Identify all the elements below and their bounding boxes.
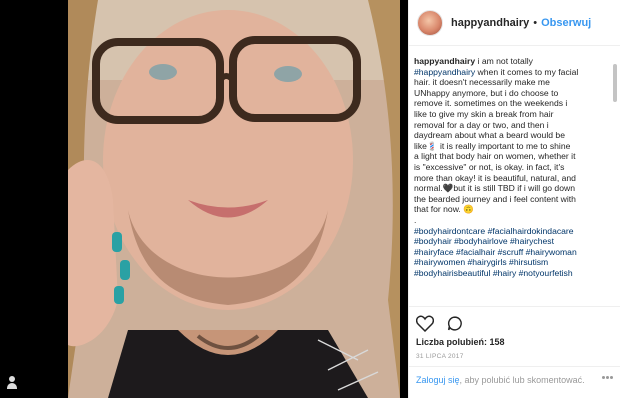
hashtag-line-5[interactable]: #bodyhairisbeautiful #hairy #notyourfeti…	[414, 268, 612, 279]
separator-dot: •	[533, 16, 538, 29]
post-actions: Liczba polubień: 158 31 LIPCA 2017	[408, 306, 620, 360]
caption-line-13: normal.🖤but it is still TBD if i will go…	[414, 183, 575, 194]
heart-icon[interactable]	[416, 315, 434, 332]
caption-line-10: a light that body hair on women, whether…	[414, 151, 576, 162]
action-row	[416, 313, 612, 333]
left-black-margin	[0, 0, 68, 398]
caption-line-14: the bearded journey and i feel content w…	[414, 193, 576, 204]
caption-line-11: is "excessive" or not, is okay. in fact,…	[414, 161, 565, 172]
comment-icon[interactable]	[446, 315, 464, 332]
caption-hashtag[interactable]: #happyandhairy	[414, 67, 475, 77]
caption-scrollbar[interactable]	[613, 56, 617, 304]
hashtag-line-4[interactable]: #hairywomen #hairygirls #hirsutism	[414, 257, 612, 268]
post-header: happyandhairy • Obserwuj	[409, 0, 620, 46]
scrollbar-thumb[interactable]	[613, 64, 617, 102]
caption-line-8: daydream about what a beard would be	[414, 130, 565, 141]
caption-line-9: like💈 it is really important to me to sh…	[414, 140, 571, 151]
post-photo[interactable]	[68, 0, 400, 398]
caption-line-5: remove it. sometimes on the weekends i	[414, 98, 568, 109]
username[interactable]: happyandhairy	[451, 17, 529, 29]
hashtag-line-3[interactable]: #hairyface #facialhair #scruff #hairywom…	[414, 247, 612, 258]
caption-dot: .	[414, 214, 417, 225]
caption-line-15: that for now. 🙃	[414, 204, 474, 215]
caption-line-4: UNhappy anymore, but i do choose to	[414, 87, 559, 98]
login-text: , aby polubić lub skomentować.	[459, 375, 585, 385]
login-prompt: Zaloguj się, aby polubić lub skomentować…	[408, 366, 620, 398]
caption-line-6: like to give my skin a break from hair	[414, 108, 554, 119]
caption-area: happyandhairy i am not totally #happyand…	[414, 56, 612, 304]
caption-line-12: more than okay! it is beautiful, natural…	[414, 172, 576, 183]
hashtag-line-2[interactable]: #bodyhair #bodyhairlove #hairychest	[414, 236, 612, 247]
caption-author[interactable]: happyandhairy	[414, 56, 475, 66]
caption-line-1: i am not totally	[477, 56, 533, 66]
login-link[interactable]: Zaloguj się	[416, 375, 460, 385]
caption-line-7: removal for a day or two, and then i	[414, 119, 549, 130]
more-options-icon[interactable]	[602, 376, 614, 386]
hashtag-line-1[interactable]: #bodyhairdontcare #facialhairdokindacare	[414, 226, 612, 237]
post-date: 31 LIPCA 2017	[416, 353, 464, 360]
like-count[interactable]: Liczba polubień: 158	[416, 337, 612, 347]
user-icon[interactable]	[6, 376, 18, 390]
avatar[interactable]	[417, 9, 443, 36]
follow-button[interactable]: Obserwuj	[541, 17, 591, 29]
caption-line-3: hair. it doesn't necessarily make me	[414, 77, 550, 88]
